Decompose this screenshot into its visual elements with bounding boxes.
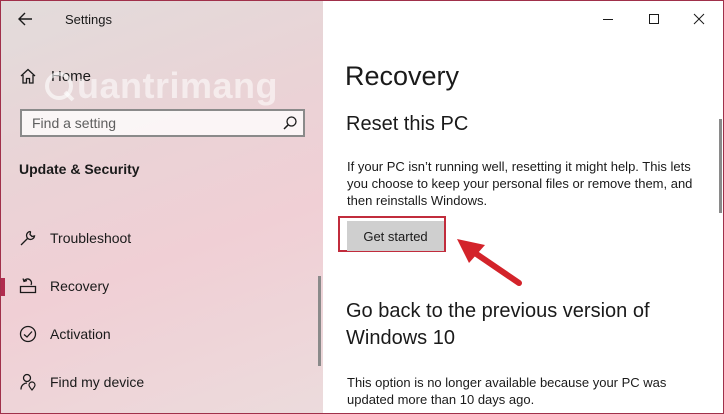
- sidebar-item-label: Find my device: [50, 374, 145, 390]
- search-box[interactable]: [20, 109, 305, 137]
- watermark-q-icon: [45, 72, 75, 102]
- page-title: Recovery: [345, 61, 460, 91]
- minimize-button[interactable]: [593, 7, 623, 31]
- goback-heading: Go back to the previous version of Windo…: [346, 298, 706, 352]
- search-input[interactable]: [22, 111, 272, 135]
- minimize-icon: [603, 19, 613, 20]
- reset-heading: Reset this PC: [346, 113, 469, 135]
- reset-description: If your PC isn’t running well, resetting…: [347, 159, 693, 208]
- main-scrollbar[interactable]: [719, 119, 722, 213]
- sidebar-item-recovery[interactable]: Recovery: [1, 270, 323, 302]
- sidebar: Settings Home uantrimang Update & Securi…: [1, 1, 323, 413]
- sidebar-item-troubleshoot[interactable]: Troubleshoot: [1, 222, 323, 254]
- goback-description: This option is no longer available becau…: [347, 375, 667, 407]
- back-button[interactable]: [13, 7, 41, 31]
- sidebar-scrollbar[interactable]: [318, 276, 321, 366]
- sidebar-item-label: Activation: [50, 326, 111, 342]
- sidebar-item-label: Recovery: [50, 278, 110, 294]
- sidebar-item-label: Troubleshoot: [50, 230, 132, 246]
- maximize-icon: [649, 14, 659, 24]
- watermark-logo: uantrimang: [43, 65, 278, 107]
- get-started-button[interactable]: Get started: [347, 221, 444, 251]
- home-icon: [20, 68, 36, 84]
- check-circle-icon: [19, 325, 37, 343]
- sidebar-item-activation[interactable]: Activation: [1, 318, 323, 350]
- back-arrow-icon: [18, 12, 32, 26]
- maximize-button[interactable]: [639, 7, 669, 31]
- sidebar-item-find-my-device[interactable]: Find my device: [1, 366, 323, 398]
- goback-heading-line2: Windows 10: [346, 327, 455, 349]
- wrench-icon: [20, 230, 36, 246]
- recovery-icon: [19, 278, 37, 294]
- search-icon[interactable]: [281, 114, 299, 132]
- pointer-arrow-icon: [457, 239, 522, 286]
- goback-heading-line1: Go back to the previous version of: [346, 300, 650, 322]
- person-location-icon: [20, 373, 36, 391]
- section-title: Update & Security: [19, 161, 140, 177]
- window-title: Settings: [65, 12, 112, 27]
- close-icon: [693, 13, 705, 25]
- close-button[interactable]: [684, 7, 714, 31]
- main-pane: Recovery Reset this PC If your PC isn’t …: [323, 1, 723, 413]
- settings-window: Settings Home uantrimang Update & Securi…: [0, 0, 724, 414]
